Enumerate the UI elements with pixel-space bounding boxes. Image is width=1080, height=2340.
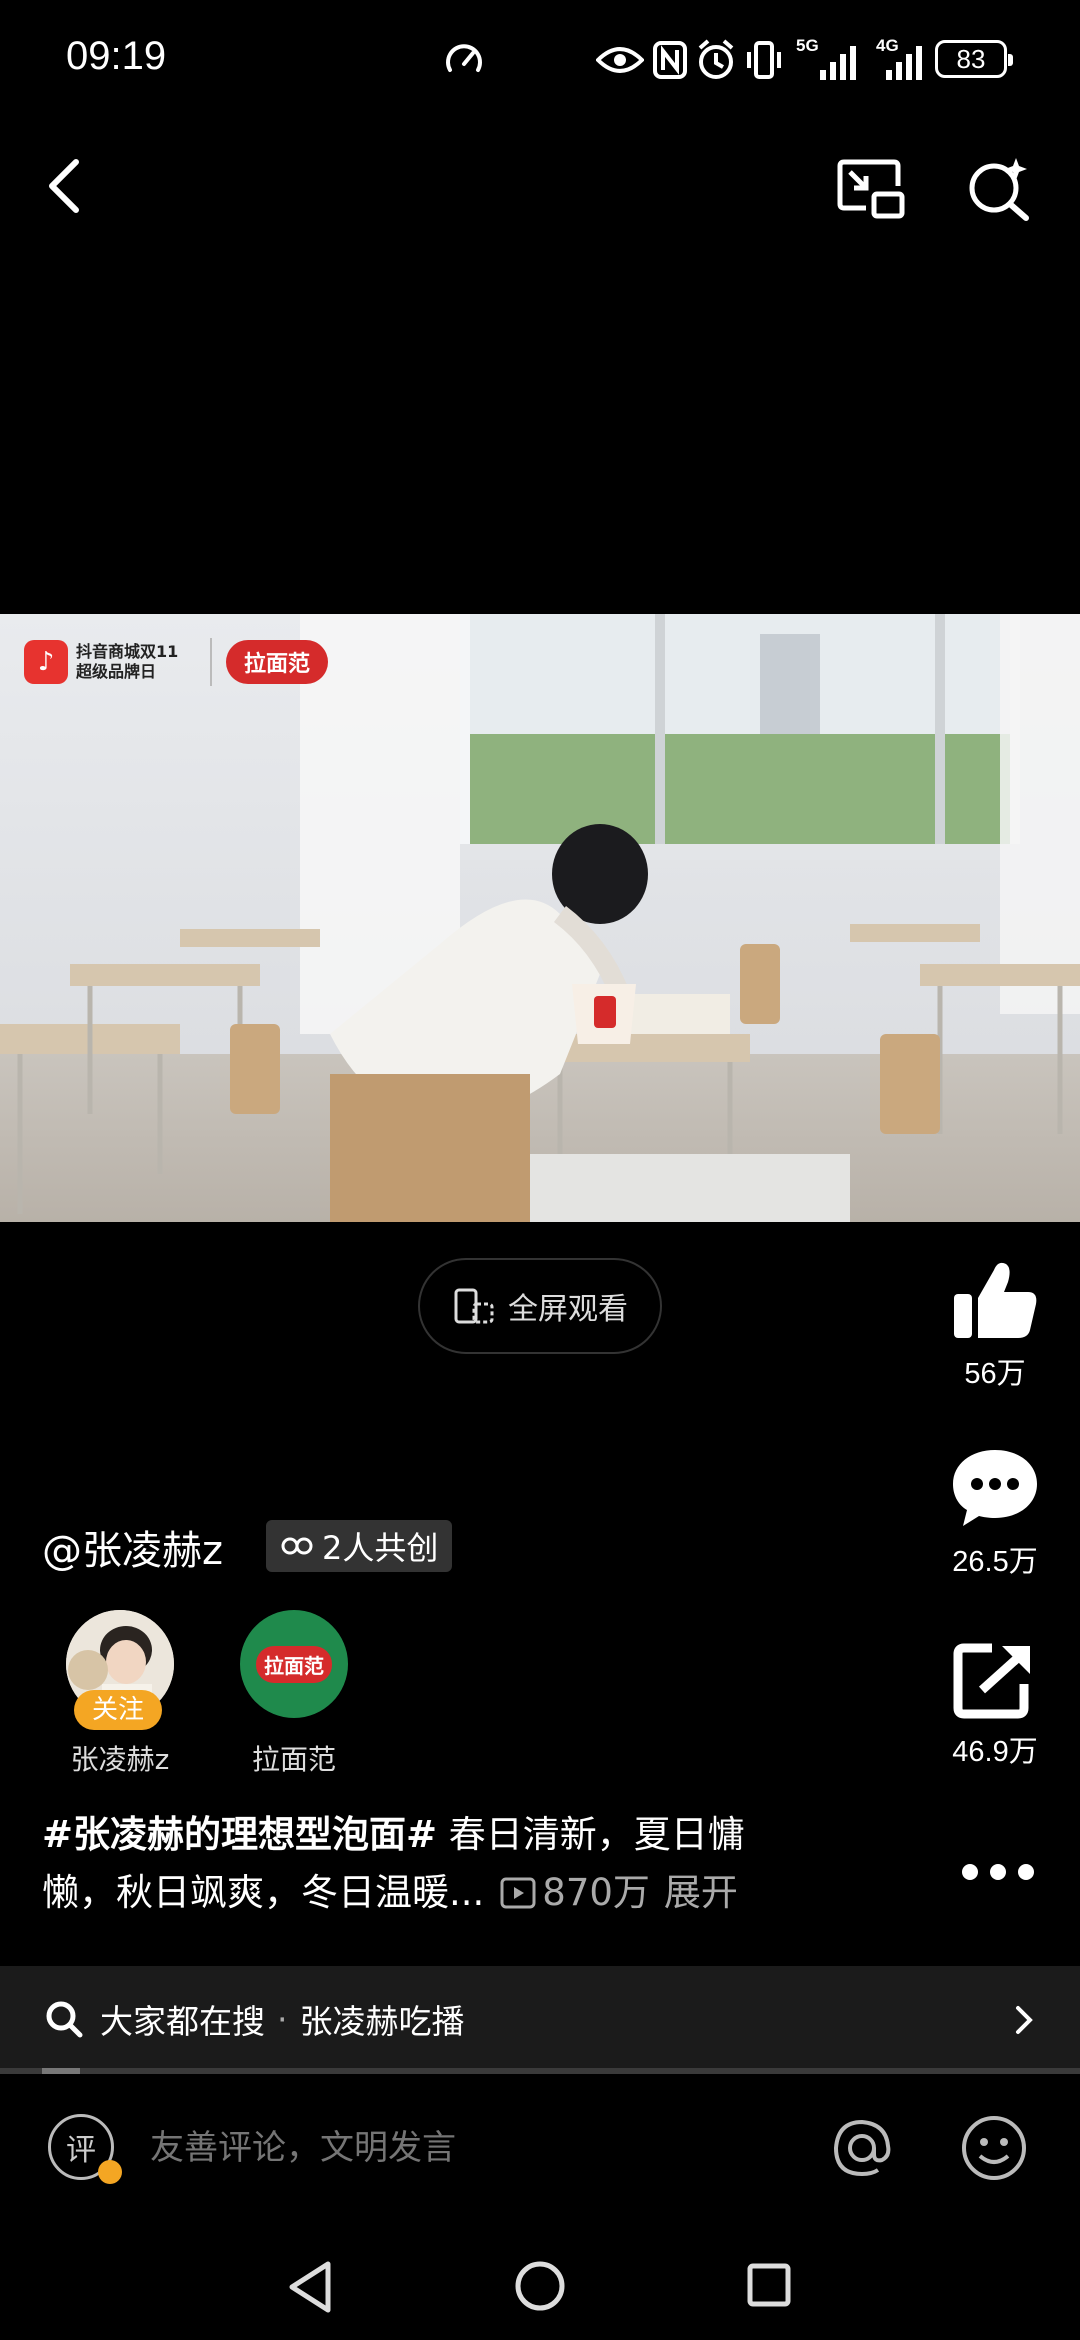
speedometer-icon [446, 44, 482, 72]
comment-badge-text: 评 [66, 2133, 96, 2168]
share-count: 46.9万 [952, 1736, 1038, 1768]
mention-icon[interactable] [830, 2116, 894, 2180]
search-query: 张凌赫吃播 [299, 2002, 465, 2041]
description-line-2: 懒，秋日飒爽，冬日温暖... [42, 1871, 485, 1914]
view-count: 870万 [542, 1871, 650, 1914]
video-player[interactable]: ♪ 抖音商城双11 超级品牌日 拉面范 [0, 614, 1080, 1222]
rotate-screen-icon [454, 1288, 494, 1324]
related-search-bar[interactable]: 大家都在搜 · 张凌赫吃播 [0, 1966, 1080, 2072]
back-icon[interactable] [40, 156, 90, 216]
author-handle[interactable]: @张凌赫z [42, 1518, 223, 1576]
search-icon [46, 2001, 83, 2038]
cocreate-badge[interactable]: 2人共创 [266, 1520, 453, 1572]
creator-name: 张凌赫z [70, 1743, 170, 1776]
brand-logo: 拉面范 [226, 640, 328, 684]
search-prefix: 大家都在搜 [100, 2002, 265, 2041]
cocreate-label: 2人共创 [322, 1529, 439, 1567]
campaign-logo-text: 抖音商城双11 超级品牌日 [76, 642, 179, 681]
status-time: 09:19 [66, 34, 167, 78]
play-count-icon [500, 1877, 536, 1909]
system-navigation-bar [0, 2230, 1080, 2340]
picture-in-picture-icon[interactable] [836, 156, 908, 222]
nav-recents-icon[interactable] [746, 2262, 792, 2308]
description-line-1: 春日清新，夏日慵 [437, 1813, 745, 1856]
comment-bar: 评 [0, 2074, 1080, 2224]
chevron-right-icon [1016, 2006, 1033, 2034]
verified-check-icon [98, 2160, 122, 2184]
comment-action[interactable]: 26.5万 [940, 1446, 1050, 1580]
search-spark-icon[interactable] [964, 154, 1034, 224]
creator-lamianfan[interactable]: 拉面范 拉面范 [229, 1610, 359, 1778]
top-navigation [0, 140, 1080, 240]
more-options-icon[interactable] [958, 1860, 1038, 1884]
emoji-icon[interactable] [960, 2114, 1028, 2182]
like-count: 56万 [964, 1358, 1026, 1390]
comment-count: 26.5万 [952, 1546, 1038, 1578]
link-icon [281, 1537, 313, 1555]
share-action[interactable]: 46.9万 [940, 1640, 1050, 1770]
fullscreen-button[interactable]: 全屏观看 [418, 1258, 662, 1354]
hashtag[interactable]: #张凌赫的理想型泡面# [42, 1813, 437, 1856]
expand-link[interactable]: 展开 [664, 1864, 738, 1922]
battery-indicator: 83 [935, 40, 1013, 78]
eye-icon [596, 47, 644, 73]
like-action[interactable]: 56万 [940, 1258, 1050, 1392]
video-frame [0, 614, 1080, 1222]
campaign-logo: ♪ 抖音商城双11 超级品牌日 [24, 638, 212, 686]
brand-avatar-text: 拉面范 [256, 1645, 332, 1683]
nav-back-icon[interactable] [286, 2260, 336, 2314]
video-description[interactable]: #张凌赫的理想型泡面# 春日清新，夏日慵 懒，秋日飒爽，冬日温暖... 870万… [42, 1806, 902, 1922]
network-label-1: 5G [796, 36, 819, 55]
creator-name: 拉面范 [251, 1743, 336, 1776]
vibrate-icon [747, 41, 781, 79]
search-separator: · [277, 1999, 288, 2039]
thumbs-up-icon [954, 1262, 1037, 1338]
signal-icon [820, 46, 856, 80]
fullscreen-label: 全屏观看 [508, 1292, 628, 1327]
comment-bubble-icon [953, 1450, 1037, 1526]
comment-input[interactable] [148, 2112, 802, 2184]
brand-avatar[interactable]: 拉面范 [240, 1610, 348, 1718]
nfc-icon [653, 41, 687, 79]
nav-home-icon[interactable] [514, 2260, 566, 2312]
follow-button[interactable]: 关注 [74, 1690, 162, 1730]
alarm-icon [698, 39, 734, 79]
signal-icon-2 [886, 46, 922, 80]
share-icon [953, 1643, 1030, 1719]
douyin-mall-icon: ♪ [24, 640, 68, 684]
status-bar: 09:19 5G 4G 83 [0, 0, 1080, 110]
